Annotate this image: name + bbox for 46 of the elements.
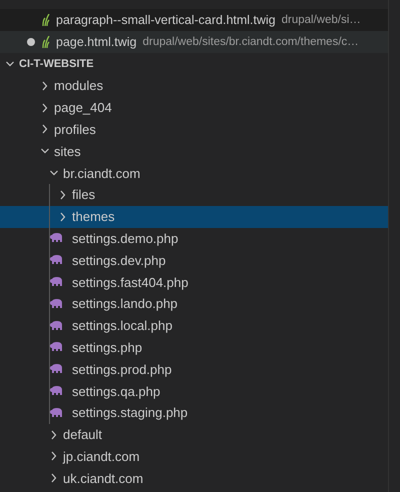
chevron-icon — [59, 190, 67, 200]
file-item[interactable]: settings.qa.php — [0, 380, 388, 402]
chevron-icon — [50, 451, 58, 462]
folder-item[interactable]: page_404 — [0, 96, 388, 119]
folder-item[interactable]: profiles — [0, 118, 388, 140]
open-editor-item[interactable]: paragraph--small-vertical-card.html.twig drupal/web/si… — [0, 9, 388, 31]
file-item[interactable]: settings.local.php — [0, 314, 388, 337]
file-name: page.html.twig — [56, 35, 137, 49]
twig-icon — [42, 36, 50, 48]
elephant-icon — [50, 320, 63, 331]
file-item[interactable]: settings.staging.php — [0, 402, 388, 424]
elephant-icon — [50, 277, 63, 288]
open-editor-item[interactable]: page.html.twig drupal/web/sites/br.ciandt.com/themes/c… — [0, 31, 388, 53]
chevron-icon — [6, 59, 14, 69]
file-item[interactable]: settings.php — [0, 336, 388, 358]
folder-item[interactable]: br.ciandt.com — [0, 162, 388, 184]
folder-item[interactable]: jp.ciandt.com — [0, 446, 388, 468]
elephant-icon — [50, 386, 63, 396]
file-name: paragraph--small-vertical-card.html.twig — [56, 13, 276, 27]
elephant-icon — [50, 342, 63, 352]
section-header[interactable]: CI-T-WEBSITE — [0, 53, 388, 75]
file-item[interactable]: settings.fast404.php — [0, 271, 388, 293]
folder-item[interactable]: themes — [0, 206, 388, 228]
elephant-icon — [50, 233, 63, 244]
elephant-icon — [50, 298, 63, 309]
chevron-icon — [41, 102, 49, 113]
chevron-icon — [50, 430, 58, 440]
elephant-icon — [50, 364, 63, 374]
folder-item[interactable]: files — [0, 184, 388, 206]
elephant-icon — [50, 408, 63, 418]
elephant-icon — [50, 255, 63, 266]
chevron-icon — [41, 124, 49, 134]
file-item[interactable]: settings.dev.php — [0, 249, 388, 272]
chevron-icon — [50, 473, 58, 484]
file-item[interactable]: settings.prod.php — [0, 358, 388, 380]
file-path: drupal/web/sites/br.ciandt.com/themes/c… — [142, 36, 359, 48]
folder-item[interactable]: sites — [0, 140, 388, 162]
folder-item[interactable]: default — [0, 424, 388, 446]
chevron-icon — [41, 80, 49, 91]
folder-item[interactable]: modules — [0, 75, 388, 97]
file-path: drupal/web/si… — [282, 14, 361, 26]
twig-icon — [42, 14, 50, 26]
file-item[interactable]: settings.demo.php — [0, 228, 388, 250]
file-item[interactable]: settings.lando.php — [0, 292, 388, 315]
chevron-icon — [59, 212, 67, 222]
folder-item[interactable]: uk.ciandt.com — [0, 467, 388, 490]
